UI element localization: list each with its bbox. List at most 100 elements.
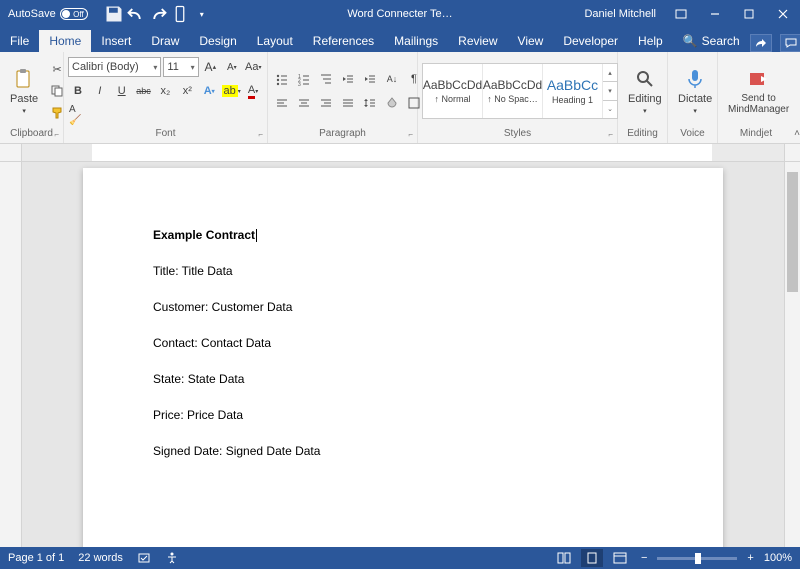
tab-layout[interactable]: Layout	[247, 30, 303, 52]
group-font: Calibri (Body)▾ 11▾ A▴ A▾ Aa▾ B I U abc …	[64, 52, 268, 143]
change-case-icon[interactable]: Aa▾	[244, 57, 263, 77]
send-to-mindmanager-button[interactable]: Send to MindManager	[722, 54, 795, 128]
comments-button[interactable]	[780, 34, 800, 52]
grow-font-icon[interactable]: A▴	[201, 57, 220, 77]
zoom-out-icon[interactable]: −	[637, 552, 651, 564]
user-name[interactable]: Daniel Mitchell	[584, 8, 656, 20]
justify-icon[interactable]	[338, 93, 358, 113]
doc-line: State: State Data	[153, 372, 653, 386]
zoom-in-icon[interactable]: +	[743, 552, 757, 564]
tab-developer[interactable]: Developer	[553, 30, 628, 52]
ribbon: Paste ▾ ✂ Clipboard⌐ Calibri (Body)▾ 11▾…	[0, 52, 800, 144]
print-layout-icon[interactable]	[581, 549, 603, 567]
paste-button[interactable]: Paste ▾	[4, 54, 44, 128]
vertical-scrollbar[interactable]	[784, 162, 800, 547]
tab-view[interactable]: View	[508, 30, 554, 52]
zoom-slider[interactable]	[657, 557, 737, 560]
line-spacing-icon[interactable]	[360, 93, 380, 113]
tab-mailings[interactable]: Mailings	[384, 30, 448, 52]
font-name-select[interactable]: Calibri (Body)▾	[68, 57, 161, 77]
numbering-icon[interactable]: 123	[294, 69, 314, 89]
styles-up-icon[interactable]: ▴	[603, 64, 617, 82]
group-editing: Editing▾ Editing	[618, 52, 668, 143]
undo-icon[interactable]	[126, 4, 146, 24]
style-normal[interactable]: AaBbCcDd↑ Normal	[423, 64, 483, 118]
close-icon[interactable]	[766, 0, 800, 28]
font-launcher-icon[interactable]: ⌐	[258, 130, 263, 139]
autosave-switch[interactable]: Off	[60, 8, 88, 20]
tab-help[interactable]: Help	[628, 30, 673, 52]
tab-design[interactable]: Design	[189, 30, 246, 52]
highlight-icon[interactable]: ab▾	[221, 81, 241, 101]
redo-icon[interactable]	[148, 4, 168, 24]
status-bar: Page 1 of 1 22 words − + 100%	[0, 547, 800, 569]
bullets-icon[interactable]	[272, 69, 292, 89]
spellcheck-icon[interactable]	[137, 551, 151, 565]
editing-button[interactable]: Editing▾	[622, 54, 668, 128]
ribbon-tabs: File Home Insert Draw Design Layout Refe…	[0, 28, 800, 52]
touch-mode-icon[interactable]	[170, 4, 190, 24]
collapse-ribbon-icon[interactable]: ˄	[794, 128, 800, 139]
word-count[interactable]: 22 words	[78, 552, 123, 564]
text-cursor	[256, 229, 257, 242]
horizontal-ruler[interactable]	[0, 144, 800, 162]
maximize-icon[interactable]	[732, 0, 766, 28]
zoom-level[interactable]: 100%	[764, 552, 792, 564]
styles-launcher-icon[interactable]: ⌐	[608, 130, 613, 139]
tab-references[interactable]: References	[303, 30, 384, 52]
italic-button[interactable]: I	[90, 81, 110, 101]
zoom-thumb[interactable]	[695, 553, 701, 564]
group-mindjet: Send to MindManager Mindjet	[718, 52, 794, 143]
decrease-indent-icon[interactable]	[338, 69, 358, 89]
read-mode-icon[interactable]	[553, 549, 575, 567]
style-heading1[interactable]: AaBbCcHeading 1	[543, 64, 603, 118]
paragraph-launcher-icon[interactable]: ⌐	[408, 130, 413, 139]
bold-button[interactable]: B	[68, 81, 88, 101]
dictate-button[interactable]: Dictate▾	[672, 54, 718, 128]
qat-dropdown-icon[interactable]: ▾	[192, 4, 212, 24]
tab-home[interactable]: Home	[39, 30, 91, 52]
page-indicator[interactable]: Page 1 of 1	[8, 552, 64, 564]
scrollbar-thumb[interactable]	[787, 172, 798, 292]
accessibility-icon[interactable]	[165, 551, 179, 565]
shading-icon[interactable]	[382, 93, 402, 113]
share-button[interactable]	[750, 34, 772, 52]
font-color-icon[interactable]: A▾	[243, 81, 263, 101]
styles-more-icon[interactable]: ⌄	[603, 101, 617, 118]
tab-search[interactable]: 🔍Search	[673, 30, 750, 52]
styles-down-icon[interactable]: ▾	[603, 82, 617, 100]
style-no-spacing[interactable]: AaBbCcDd↑ No Spac…	[483, 64, 543, 118]
multilevel-list-icon[interactable]	[316, 69, 336, 89]
superscript-button[interactable]: x²	[177, 81, 197, 101]
font-size-select[interactable]: 11▾	[163, 57, 198, 77]
align-left-icon[interactable]	[272, 93, 292, 113]
save-icon[interactable]	[104, 4, 124, 24]
window-title: Word Connecter Te…	[347, 8, 452, 20]
web-layout-icon[interactable]	[609, 549, 631, 567]
title-bar: AutoSave Off ▾ Word Connecter Te… Daniel…	[0, 0, 800, 28]
underline-button[interactable]: U	[112, 81, 132, 101]
minimize-icon[interactable]	[698, 0, 732, 28]
autosave-toggle[interactable]: AutoSave Off	[8, 8, 88, 20]
align-center-icon[interactable]	[294, 93, 314, 113]
clear-format-icon[interactable]: A🧹	[68, 105, 88, 125]
styles-gallery[interactable]: AaBbCcDd↑ Normal AaBbCcDd↑ No Spac… AaBb…	[422, 63, 618, 119]
tab-draw[interactable]: Draw	[141, 30, 189, 52]
tab-insert[interactable]: Insert	[91, 30, 141, 52]
sort-icon[interactable]: A↓	[382, 69, 402, 89]
tab-file[interactable]: File	[0, 30, 39, 52]
increase-indent-icon[interactable]	[360, 69, 380, 89]
ribbon-display-icon[interactable]	[664, 0, 698, 28]
align-right-icon[interactable]	[316, 93, 336, 113]
shrink-font-icon[interactable]: A▾	[222, 57, 241, 77]
vertical-ruler[interactable]	[0, 162, 22, 547]
document-canvas[interactable]: Example Contract Title: Title Data Custo…	[22, 162, 784, 547]
doc-line: Customer: Customer Data	[153, 300, 653, 314]
tab-review[interactable]: Review	[448, 30, 507, 52]
clipboard-launcher-icon[interactable]: ⌐	[54, 130, 59, 139]
text-effects-icon[interactable]: A▾	[199, 81, 219, 101]
page[interactable]: Example Contract Title: Title Data Custo…	[83, 168, 723, 547]
subscript-button[interactable]: x₂	[156, 81, 176, 101]
doc-line: Contact: Contact Data	[153, 336, 653, 350]
strikethrough-button[interactable]: abc	[134, 81, 154, 101]
